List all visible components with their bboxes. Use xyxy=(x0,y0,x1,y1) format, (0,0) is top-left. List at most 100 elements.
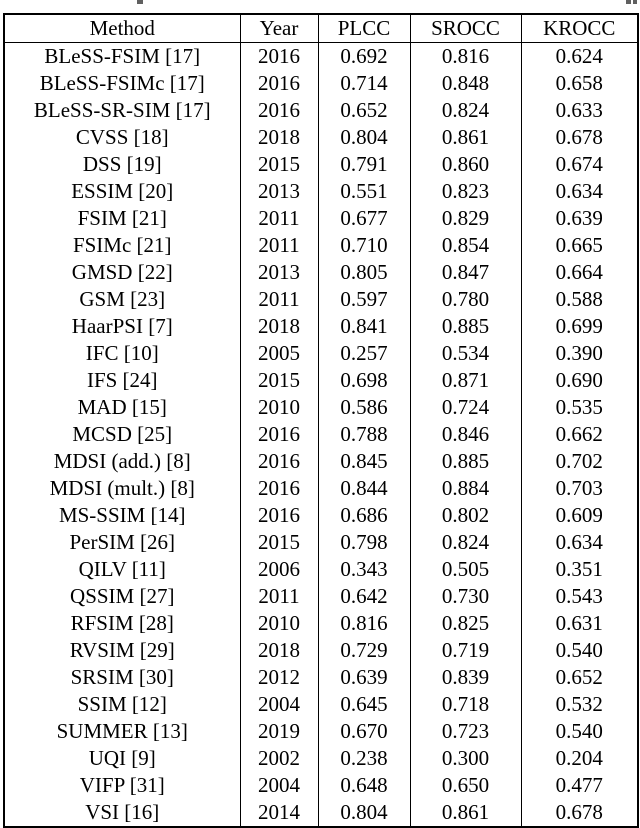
table-row: MDSI (mult.) [8] 2016 0.844 0.884 0.703 xyxy=(4,475,638,502)
cell-srocc: 0.825 xyxy=(409,610,521,637)
table-row: MCSD [25] 2016 0.788 0.846 0.662 xyxy=(4,421,638,448)
results-table-container: Method Year PLCC SROCC KROCC BLeSS-FSIM … xyxy=(3,13,639,828)
cell-srocc: 0.780 xyxy=(409,286,521,313)
cell-srocc: 0.861 xyxy=(409,124,521,151)
cell-krocc: 0.477 xyxy=(520,772,638,799)
cell-plcc: 0.804 xyxy=(317,124,410,151)
cell-krocc: 0.639 xyxy=(520,205,638,232)
cell-krocc: 0.652 xyxy=(520,664,638,691)
cell-srocc: 0.505 xyxy=(409,556,521,583)
cell-srocc: 0.816 xyxy=(409,42,521,70)
cell-method: QSSIM [27] xyxy=(70,584,175,608)
cell-plcc: 0.798 xyxy=(317,529,410,556)
results-table: Method Year PLCC SROCC KROCC BLeSS-FSIM … xyxy=(3,13,639,828)
cell-method: MDSI (add.) [8] xyxy=(53,449,191,473)
cell-plcc: 0.652 xyxy=(317,97,410,124)
cell-year: 2016 xyxy=(239,97,318,124)
cell-year: 2018 xyxy=(239,637,318,664)
cell-srocc: 0.829 xyxy=(409,205,521,232)
cell-year: 2016 xyxy=(239,421,318,448)
cell-srocc: 0.860 xyxy=(409,151,521,178)
cell-srocc: 0.724 xyxy=(409,394,521,421)
table-row: IFS [24] 2015 0.698 0.871 0.690 xyxy=(4,367,638,394)
cell-year: 2011 xyxy=(239,583,318,610)
cell-srocc: 0.839 xyxy=(409,664,521,691)
cell-plcc: 0.597 xyxy=(317,286,410,313)
cell-method: MS-SSIM [14] xyxy=(58,503,186,527)
cell-srocc: 0.847 xyxy=(409,259,521,286)
cell-year: 2016 xyxy=(239,70,318,97)
cell-plcc: 0.841 xyxy=(317,313,410,340)
table-row: MS-SSIM [14] 2016 0.686 0.802 0.609 xyxy=(4,502,638,529)
cell-plcc: 0.238 xyxy=(317,745,410,772)
cell-krocc: 0.665 xyxy=(520,232,638,259)
cell-plcc: 0.805 xyxy=(317,259,410,286)
cell-krocc: 0.658 xyxy=(520,70,638,97)
cell-year: 2010 xyxy=(239,610,318,637)
cell-srocc: 0.823 xyxy=(409,178,521,205)
cell-srocc: 0.824 xyxy=(409,97,521,124)
column-header-plcc: PLCC xyxy=(317,14,410,43)
clipped-text-fragment xyxy=(626,0,631,4)
cell-plcc: 0.642 xyxy=(317,583,410,610)
cell-method: CVSS [18] xyxy=(75,125,169,149)
cell-year: 2006 xyxy=(239,556,318,583)
column-header-krocc: KROCC xyxy=(520,14,638,43)
cell-plcc: 0.257 xyxy=(317,340,410,367)
cell-srocc: 0.730 xyxy=(409,583,521,610)
cell-year: 2002 xyxy=(239,745,318,772)
cell-plcc: 0.670 xyxy=(317,718,410,745)
cell-method: RFSIM [28] xyxy=(70,611,174,635)
cell-plcc: 0.645 xyxy=(317,691,410,718)
cell-year: 2016 xyxy=(239,42,318,70)
cell-method: RVSIM [29] xyxy=(69,638,175,662)
cell-plcc: 0.729 xyxy=(317,637,410,664)
cell-method: SRSIM [30] xyxy=(70,665,174,689)
cell-year: 2004 xyxy=(239,772,318,799)
cell-method: IFS [24] xyxy=(86,368,158,392)
cell-krocc: 0.703 xyxy=(520,475,638,502)
cell-krocc: 0.662 xyxy=(520,421,638,448)
cell-srocc: 0.871 xyxy=(409,367,521,394)
cell-srocc: 0.846 xyxy=(409,421,521,448)
cell-krocc: 0.390 xyxy=(520,340,638,367)
table-header-row: Method Year PLCC SROCC KROCC xyxy=(4,14,638,43)
table-row: ESSIM [20] 2013 0.551 0.823 0.634 xyxy=(4,178,638,205)
cell-krocc: 0.540 xyxy=(520,637,638,664)
cell-year: 2013 xyxy=(239,259,318,286)
cell-method: MAD [15] xyxy=(77,395,167,419)
table-row: GSM [23] 2011 0.597 0.780 0.588 xyxy=(4,286,638,313)
cell-year: 2011 xyxy=(239,232,318,259)
cell-krocc: 0.204 xyxy=(520,745,638,772)
table-row: VIFP [31] 2004 0.648 0.650 0.477 xyxy=(4,772,638,799)
cell-year: 2015 xyxy=(239,529,318,556)
cell-plcc: 0.788 xyxy=(317,421,410,448)
cell-krocc: 0.532 xyxy=(520,691,638,718)
column-header-year: Year xyxy=(239,14,318,43)
table-row: QILV [11] 2006 0.343 0.505 0.351 xyxy=(4,556,638,583)
cell-year: 2016 xyxy=(239,475,318,502)
cell-plcc: 0.677 xyxy=(317,205,410,232)
cell-year: 2005 xyxy=(239,340,318,367)
clipped-text-fragment xyxy=(137,0,143,4)
cell-year: 2013 xyxy=(239,178,318,205)
cell-srocc: 0.848 xyxy=(409,70,521,97)
cell-srocc: 0.884 xyxy=(409,475,521,502)
table-row: IFC [10] 2005 0.257 0.534 0.390 xyxy=(4,340,638,367)
cell-method: MCSD [25] xyxy=(72,422,173,446)
cell-krocc: 0.674 xyxy=(520,151,638,178)
cell-krocc: 0.634 xyxy=(520,529,638,556)
table-row: UQI [9] 2002 0.238 0.300 0.204 xyxy=(4,745,638,772)
cell-srocc: 0.534 xyxy=(409,340,521,367)
cell-method: SUMMER [13] xyxy=(56,719,188,743)
cell-srocc: 0.824 xyxy=(409,529,521,556)
cell-method: SSIM [12] xyxy=(77,692,167,716)
cell-method: IFC [10] xyxy=(85,341,159,365)
cell-krocc: 0.634 xyxy=(520,178,638,205)
cell-year: 2004 xyxy=(239,691,318,718)
cell-krocc: 0.702 xyxy=(520,448,638,475)
table-row: FSIMc [21] 2011 0.710 0.854 0.665 xyxy=(4,232,638,259)
cell-krocc: 0.664 xyxy=(520,259,638,286)
cell-year: 2012 xyxy=(239,664,318,691)
cell-plcc: 0.710 xyxy=(317,232,410,259)
